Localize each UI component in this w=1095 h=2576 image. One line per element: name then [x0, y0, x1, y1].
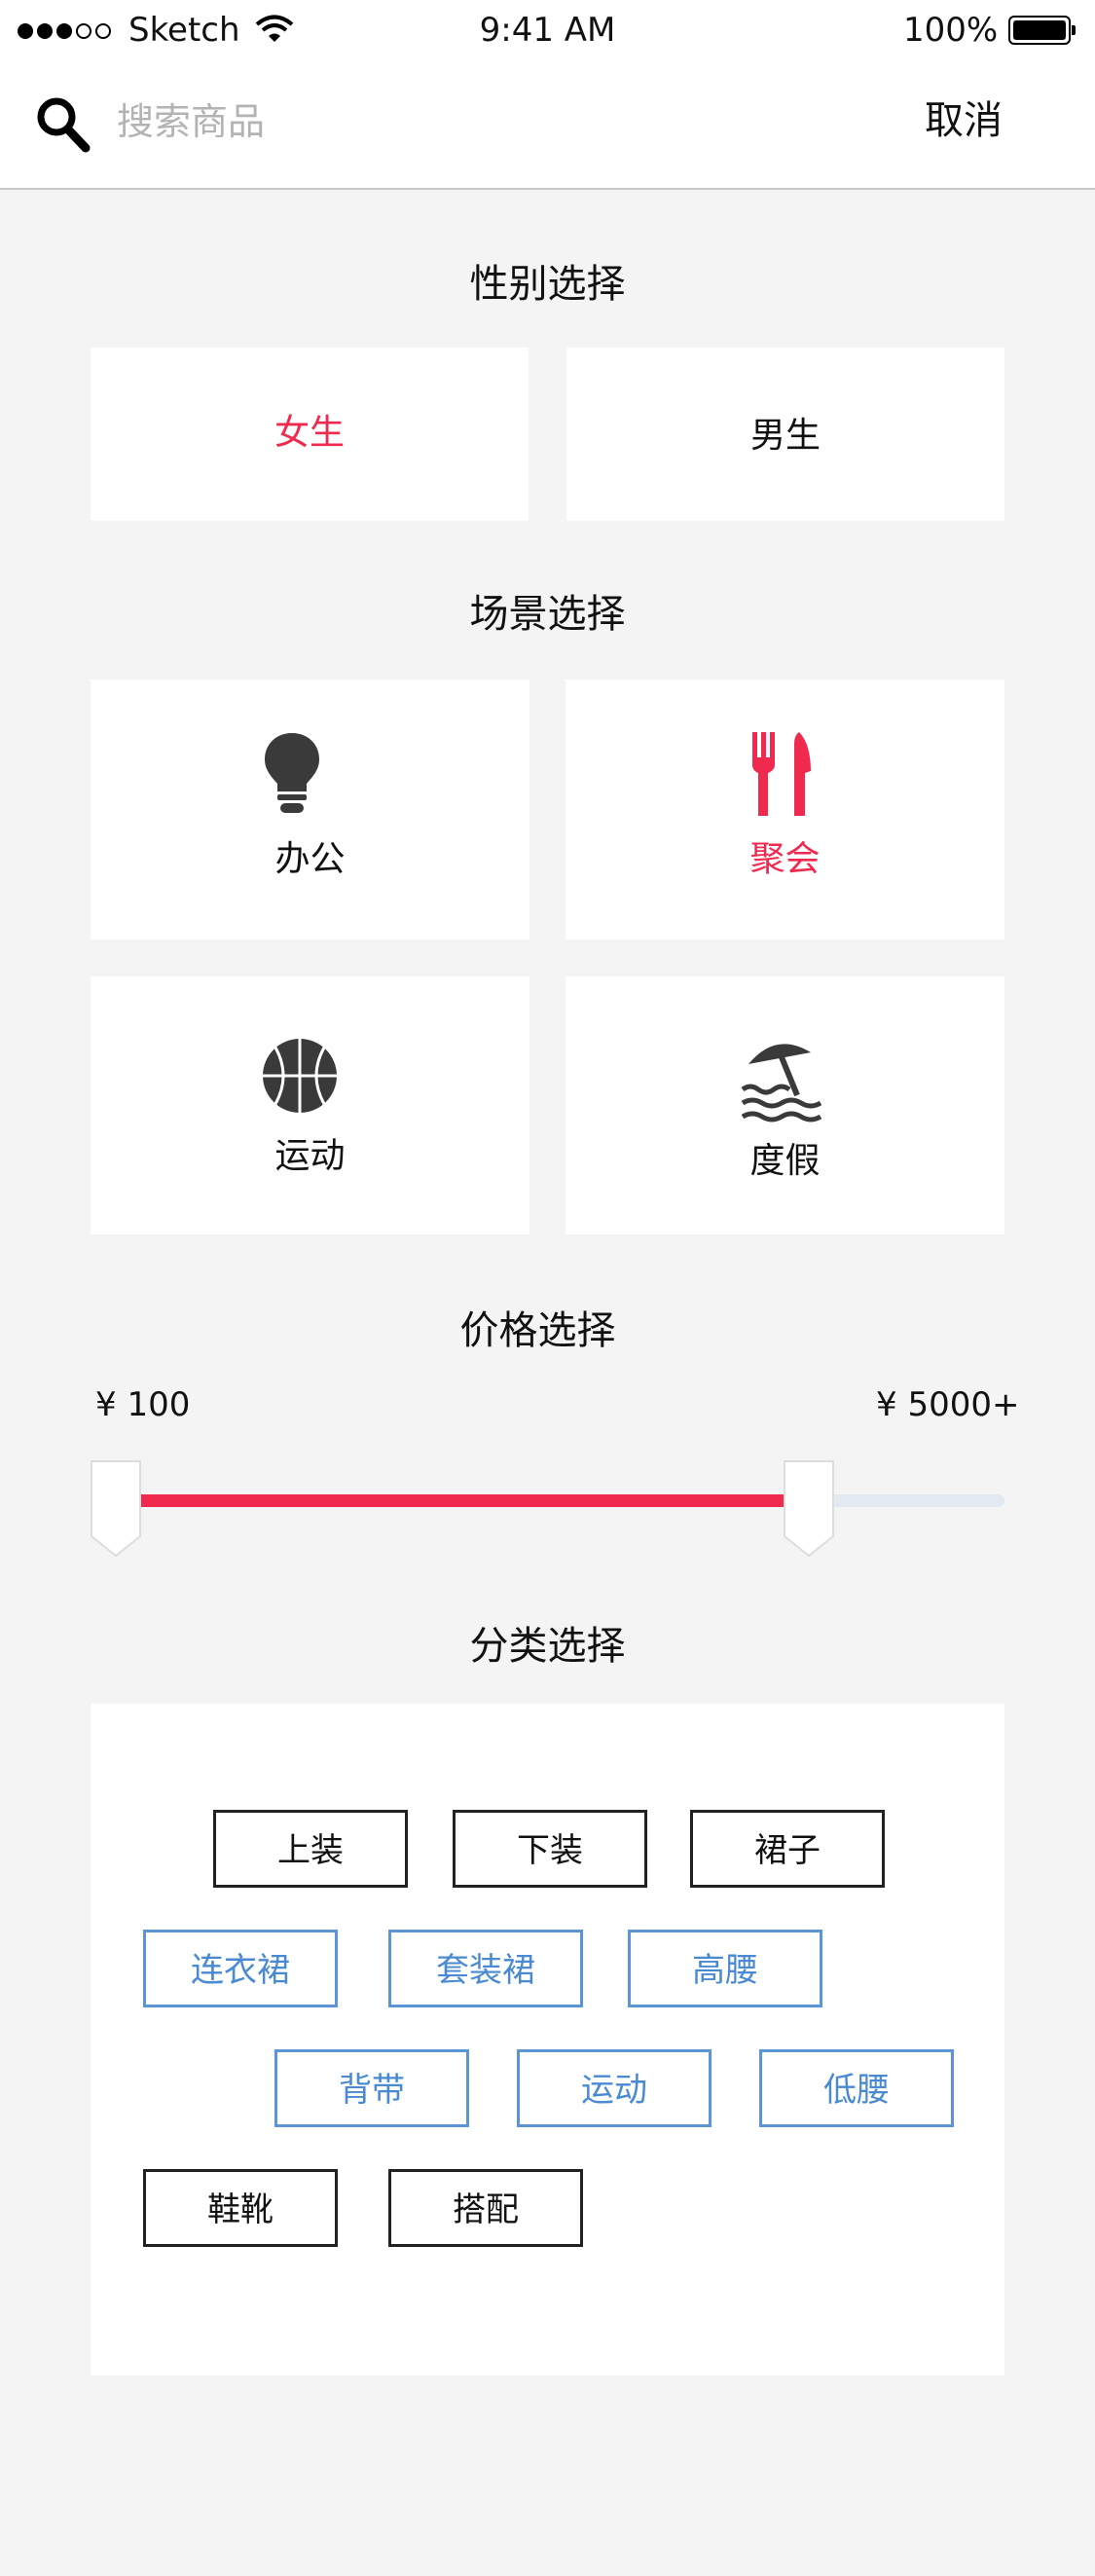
scene-option-vacation[interactable]: 度假 — [566, 976, 1004, 1234]
scene-section-title: 场景选择 — [469, 592, 626, 637]
status-bar: Sketch 9:41 AM 100% — [0, 0, 1095, 60]
search-header: 取消 — [0, 60, 1095, 190]
scene-option-label: 度假 — [749, 1141, 821, 1181]
search-icon[interactable] — [35, 95, 91, 154]
price-slider-min-handle[interactable] — [91, 1460, 141, 1558]
scene-option-label: 办公 — [274, 839, 346, 879]
category-tag[interactable]: 背带 — [274, 2049, 469, 2127]
category-panel — [91, 1704, 1004, 2375]
category-tag[interactable]: 下装 — [453, 1810, 647, 1888]
gender-option-label: 女生 — [274, 413, 345, 453]
scene-option-sport[interactable]: 运动 — [91, 976, 529, 1234]
category-tag[interactable]: 上装 — [213, 1810, 408, 1888]
price-slider-fill — [115, 1494, 809, 1507]
battery-percent: 100% — [903, 11, 999, 50]
basketball-icon — [263, 1039, 337, 1113]
price-max-label: ¥ 5000+ — [876, 1385, 1020, 1424]
category-section-title: 分类选择 — [469, 1624, 626, 1669]
price-min-label: ¥ 100 — [95, 1385, 191, 1424]
beach-umbrella-icon — [741, 1044, 822, 1122]
category-tag[interactable]: 连衣裙 — [143, 1930, 338, 2007]
gender-option-female[interactable]: 女生 — [91, 348, 529, 521]
price-section-title: 价格选择 — [459, 1308, 616, 1353]
scene-option-label: 聚会 — [749, 839, 821, 879]
category-tag[interactable]: 裙子 — [690, 1810, 885, 1888]
price-slider-max-handle[interactable] — [784, 1460, 834, 1558]
fork-knife-icon — [752, 732, 811, 816]
scene-option-office[interactable]: 办公 — [91, 680, 529, 939]
category-tag[interactable]: 运动 — [517, 2049, 712, 2127]
gender-section-title: 性别选择 — [469, 262, 626, 307]
gender-option-male[interactable]: 男生 — [566, 348, 1004, 521]
scene-option-party[interactable]: 聚会 — [566, 680, 1004, 939]
category-tag[interactable]: 鞋靴 — [143, 2169, 338, 2247]
search-input[interactable] — [117, 90, 798, 154]
category-tag[interactable]: 低腰 — [759, 2049, 954, 2127]
category-tag[interactable]: 搭配 — [388, 2169, 583, 2247]
cancel-button[interactable]: 取消 — [925, 92, 1003, 150]
category-tag[interactable]: 高腰 — [628, 1930, 822, 2007]
category-tag[interactable]: 套装裙 — [388, 1930, 583, 2007]
lightbulb-icon — [265, 733, 319, 813]
scene-option-label: 运动 — [274, 1136, 346, 1176]
battery-icon — [1008, 16, 1077, 45]
gender-option-label: 男生 — [749, 416, 821, 456]
